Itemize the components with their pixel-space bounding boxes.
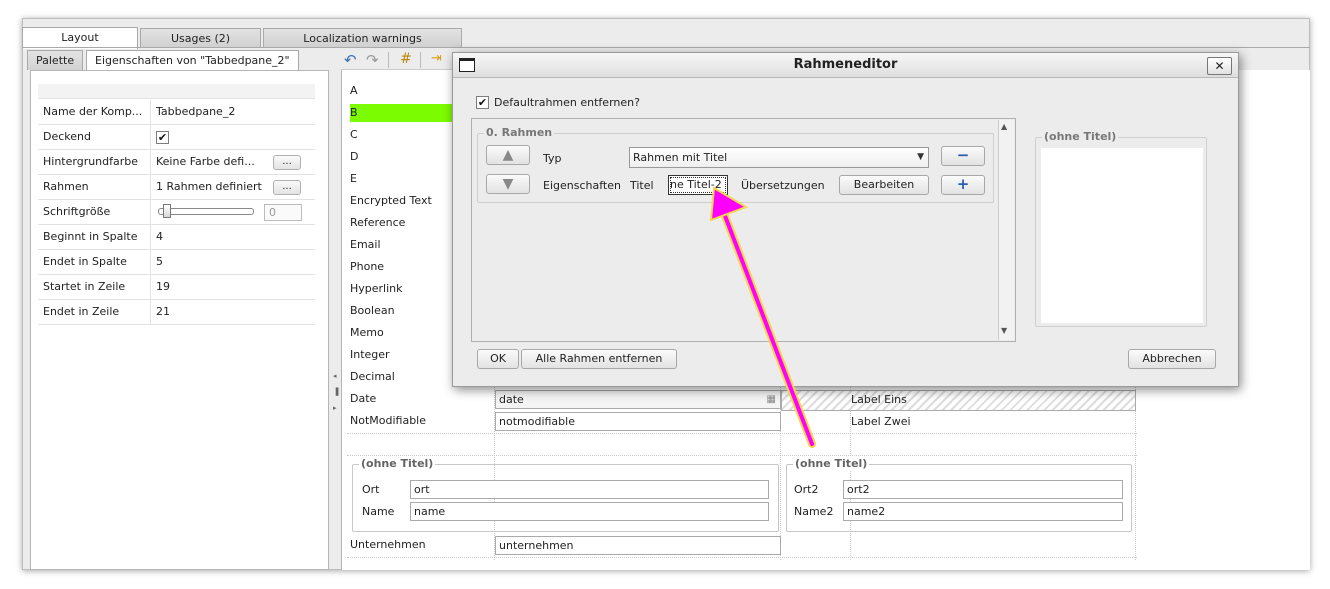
annotation-arrow xyxy=(709,186,816,448)
